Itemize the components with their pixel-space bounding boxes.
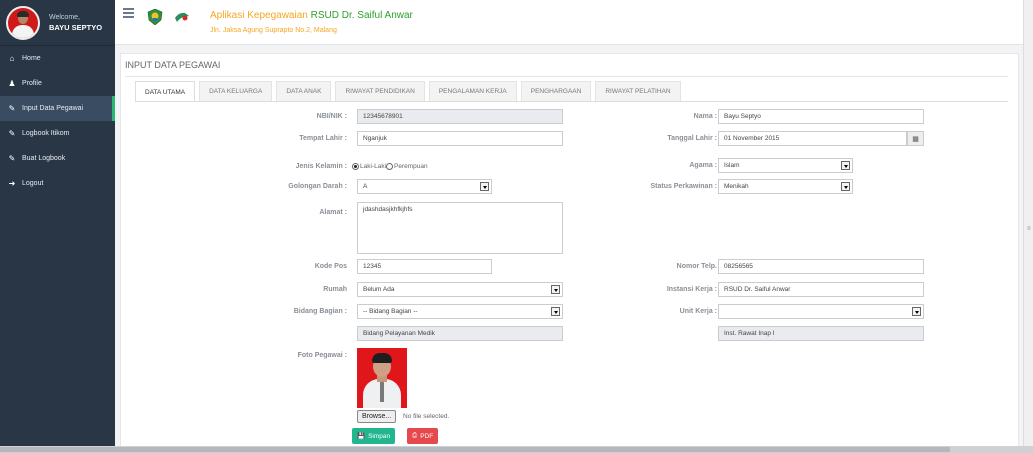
chevron-down-icon	[551, 307, 560, 316]
nbi-field[interactable]: 12345678901	[357, 109, 563, 124]
user-name: BAYU SEPTYO	[49, 22, 103, 32]
tab-data-keluarga[interactable]: DATA KELUARGA	[199, 81, 273, 101]
welcome-text: Welcome,	[49, 13, 80, 21]
avatar	[6, 5, 40, 40]
sign-out-icon: ➜	[8, 179, 16, 188]
unit-kerja-label: Unit Kerja :	[679, 308, 717, 315]
menu-toggle-icon[interactable]	[123, 8, 134, 20]
tanggal-lahir-field[interactable]: 01 November 2015	[718, 131, 907, 146]
user-icon: ♟	[8, 79, 16, 88]
sidebar-item-label: Input Data Pegawai	[22, 105, 84, 112]
chevron-down-icon	[841, 182, 850, 191]
foto-label: Foto Pegawai :	[297, 352, 347, 359]
chevron-down-icon	[551, 285, 560, 294]
chevron-down-icon	[912, 307, 921, 316]
tempat-lahir-field[interactable]: Nganjuk	[357, 131, 563, 146]
sidebar-item-label: Logbook Itikom	[22, 130, 70, 137]
bidang-bagian-label: Bidang Bagian :	[293, 308, 347, 315]
sidebar-item-logbook-itikom[interactable]: ✎ Logbook Itikom	[0, 121, 115, 146]
unit-kerja-select[interactable]	[718, 304, 924, 319]
app-address: Jln. Jaksa Agung Suprapto No.2, Malang	[210, 27, 337, 34]
tab-penghargaan[interactable]: PENGHARGAAN	[520, 81, 592, 101]
nama-field[interactable]: Bayu Septyo	[718, 109, 924, 124]
chevron-down-icon	[480, 182, 489, 191]
edit-icon: ✎	[8, 104, 16, 113]
alamat-label: Alamat :	[319, 209, 347, 216]
tab-data-utama[interactable]: DATA UTAMA	[135, 81, 196, 102]
agama-select[interactable]: Islam	[718, 158, 853, 173]
edit-icon: ✎	[8, 129, 16, 138]
edit-icon: ✎	[8, 154, 16, 163]
nomor-telp-label: Nomor Telp.	[676, 263, 717, 270]
user-panel: Welcome, BAYU SEPTYO	[0, 0, 115, 46]
rumah-select[interactable]: Belum Ada	[357, 282, 563, 297]
province-emblem-icon	[147, 9, 163, 25]
bidang-bagian-select[interactable]: -- Bidang Bagian --	[357, 304, 563, 319]
tab-pengalaman-kerja[interactable]: PENGALAMAN KERJA	[428, 81, 517, 101]
jenis-kelamin-label: Jenis Kelamin :	[295, 163, 347, 170]
gender-radio-group: Laki-Laki Perempuan	[352, 163, 428, 170]
nama-label: Nama :	[693, 113, 717, 120]
sidebar-item-label: Home	[22, 55, 41, 62]
calendar-icon[interactable]: ▦	[907, 131, 924, 146]
app-title: Aplikasi Kepegawaian RSUD Dr. Saiful Anw…	[210, 10, 413, 21]
tanggal-lahir-label: Tanggal Lahir :	[667, 135, 717, 142]
tab-data-anak[interactable]: DATA ANAK	[276, 81, 332, 101]
nomor-telp-field[interactable]: 08256565	[718, 259, 924, 274]
content-card: INPUT DATA PEGAWAI DATA UTAMA DATA KELUA…	[120, 53, 1019, 453]
tab-riwayat-pendidikan[interactable]: RIWAYAT PENDIDIKAN	[335, 81, 425, 101]
horizontal-scrollbar[interactable]	[0, 446, 1033, 453]
golongan-darah-select[interactable]: A	[357, 179, 492, 194]
gender-radio-perempuan[interactable]	[386, 163, 394, 170]
status-perkawinan-select[interactable]: Menikah	[718, 179, 853, 194]
vertical-scrollbar[interactable]: ≡	[1023, 0, 1033, 446]
employee-photo	[357, 348, 407, 408]
top-header: Aplikasi Kepegawaian RSUD Dr. Saiful Anw…	[115, 0, 1033, 45]
kode-pos-field[interactable]: 12345	[357, 259, 492, 274]
sidebar-item-profile[interactable]: ♟ Profile	[0, 71, 115, 96]
tab-riwayat-pelatihan[interactable]: RIWAYAT PELATIHAN	[595, 81, 681, 101]
unit-kerja-detail-field: Inst. Rawat Inap I	[718, 326, 924, 341]
nbi-label: NBI/NIK :	[316, 113, 347, 120]
page-title: INPUT DATA PEGAWAI	[125, 60, 221, 70]
tab-bar: DATA UTAMA DATA KELUARGA DATA ANAK RIWAY…	[135, 81, 685, 102]
hospital-logo-icon	[175, 12, 189, 22]
golongan-darah-label: Golongan Darah :	[288, 183, 347, 190]
sidebar-item-label: Buat Logbook	[22, 155, 66, 162]
print-icon: ⎙	[412, 432, 418, 439]
instansi-kerja-label: Instansi Kerja :	[666, 286, 717, 293]
sidebar-item-logout[interactable]: ➜ Logout	[0, 171, 115, 196]
pdf-button[interactable]: ⎙ PDF	[407, 428, 439, 444]
instansi-kerja-field[interactable]: RSUD Dr. Saiful Anwar	[718, 282, 924, 297]
scroll-grip-icon: ≡	[1027, 226, 1031, 232]
sidebar-item-home[interactable]: ⌂ Home	[0, 46, 115, 71]
alamat-textarea[interactable]: jdashdasjkhfkjhfs	[357, 202, 563, 254]
scrollbar-thumb[interactable]	[0, 447, 950, 452]
sidebar-item-label: Profile	[22, 80, 42, 87]
sidebar-item-input-data-pegawai[interactable]: ✎ Input Data Pegawai	[0, 96, 115, 121]
sidebar-item-label: Logout	[22, 180, 44, 187]
no-file-text: No file selected.	[403, 413, 450, 420]
chevron-down-icon	[841, 161, 850, 170]
gender-radio-laki-laki[interactable]	[352, 163, 359, 170]
bidang-pelayanan-field: Bidang Pelayanan Medik	[357, 326, 563, 341]
save-button[interactable]: 💾 Simpan	[352, 428, 396, 444]
home-icon: ⌂	[9, 54, 15, 63]
save-icon: 💾	[357, 433, 366, 440]
status-perkawinan-label: Status Perkawinan :	[650, 183, 717, 190]
agama-label: Agama :	[689, 162, 717, 169]
browse-button[interactable]: Browse...	[357, 410, 397, 423]
tempat-lahir-label: Tempat Lahir :	[299, 135, 347, 142]
kode-pos-label: Kode Pos	[314, 263, 347, 270]
sidebar: Welcome, BAYU SEPTYO ⌂ Home ♟ Profile ✎ …	[0, 0, 115, 453]
sidebar-item-buat-logbook[interactable]: ✎ Buat Logbook	[0, 146, 115, 171]
rumah-label: Rumah	[323, 286, 347, 293]
